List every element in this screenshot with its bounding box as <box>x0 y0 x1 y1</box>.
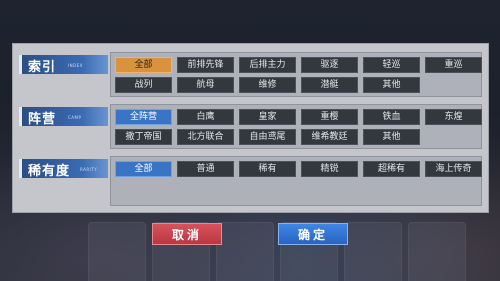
filter-option-index-repair[interactable]: 维修 <box>239 77 296 93</box>
filter-option-camp-all[interactable]: 全阵营 <box>115 109 172 125</box>
index-options-box: 全部 前排先锋 后排主力 驱逐 轻巡 重巡 战列 航母 维修 潜艇 其他 <box>110 52 482 97</box>
filter-option-index-vanguard[interactable]: 前排先锋 <box>177 57 234 73</box>
filter-option-camp-vichya[interactable]: 维希教廷 <box>301 129 358 145</box>
rarity-options-box: 全部 普通 稀有 精锐 超稀有 海上传奇 <box>110 156 482 206</box>
filter-option-camp-dragon-empery[interactable]: 东煌 <box>425 109 482 125</box>
filter-option-rarity-common[interactable]: 普通 <box>177 161 234 177</box>
filter-panel: 索引 INDEX 全部 前排先锋 后排主力 驱逐 轻巡 重巡 战列 航母 维修 … <box>12 43 489 213</box>
filter-option-index-carrier[interactable]: 航母 <box>177 77 234 93</box>
camp-options-box: 全阵营 白鹰 皇家 重樱 铁血 东煌 撒丁帝国 北方联合 自由鸢尾 维希教廷 其… <box>110 104 482 149</box>
filter-option-rarity-legendary[interactable]: 海上传奇 <box>425 161 482 177</box>
filter-option-index-destroyer[interactable]: 驱逐 <box>301 57 358 73</box>
filter-option-index-all[interactable]: 全部 <box>115 57 172 73</box>
index-section-tag: 索引 INDEX <box>19 55 108 75</box>
cancel-button[interactable]: 取消 <box>152 223 222 245</box>
section-title: 阵营 <box>28 112 57 127</box>
filter-option-index-other[interactable]: 其他 <box>363 77 420 93</box>
section-title: 稀有度 <box>28 164 71 179</box>
filter-option-rarity-all[interactable]: 全部 <box>115 161 172 177</box>
filter-option-camp-iron-blood[interactable]: 铁血 <box>363 109 420 125</box>
rarity-filter-section: 稀有度 RARITY 全部 普通 稀有 精锐 超稀有 海上传奇 <box>19 156 482 206</box>
filter-option-rarity-super-rare[interactable]: 超稀有 <box>363 161 420 177</box>
filter-option-camp-northern-parliament[interactable]: 北方联合 <box>177 129 234 145</box>
rarity-section-tag: 稀有度 RARITY <box>19 159 108 179</box>
filter-option-camp-iris-libre[interactable]: 自由鸢尾 <box>239 129 296 145</box>
filter-option-camp-sakura-empire[interactable]: 重樱 <box>301 109 358 125</box>
filter-option-index-light-cruiser[interactable]: 轻巡 <box>363 57 420 73</box>
camp-section-tag: 阵营 CAMP <box>19 107 108 127</box>
filter-option-camp-eagle-union[interactable]: 白鹰 <box>177 109 234 125</box>
filter-option-rarity-elite[interactable]: 精锐 <box>301 161 358 177</box>
filter-option-index-battleship[interactable]: 战列 <box>115 77 172 93</box>
section-title: 索引 <box>28 60 57 75</box>
filter-option-index-main[interactable]: 后排主力 <box>239 57 296 73</box>
filter-option-camp-other[interactable]: 其他 <box>363 129 420 145</box>
index-filter-section: 索引 INDEX 全部 前排先锋 后排主力 驱逐 轻巡 重巡 战列 航母 维修 … <box>19 52 482 97</box>
filter-option-rarity-rare[interactable]: 稀有 <box>239 161 296 177</box>
section-subtitle: INDEX <box>68 63 84 68</box>
filter-option-index-submarine[interactable]: 潜艇 <box>301 77 358 93</box>
filter-option-index-heavy-cruiser[interactable]: 重巡 <box>425 57 482 73</box>
confirm-button[interactable]: 确定 <box>278 223 348 245</box>
section-subtitle: CAMP <box>68 115 82 120</box>
section-subtitle: RARITY <box>80 167 98 172</box>
filter-option-camp-sardegna[interactable]: 撒丁帝国 <box>115 129 172 145</box>
camp-filter-section: 阵营 CAMP 全阵营 白鹰 皇家 重樱 铁血 东煌 撒丁帝国 北方联合 自由鸢… <box>19 104 482 149</box>
filter-option-camp-royal-navy[interactable]: 皇家 <box>239 109 296 125</box>
